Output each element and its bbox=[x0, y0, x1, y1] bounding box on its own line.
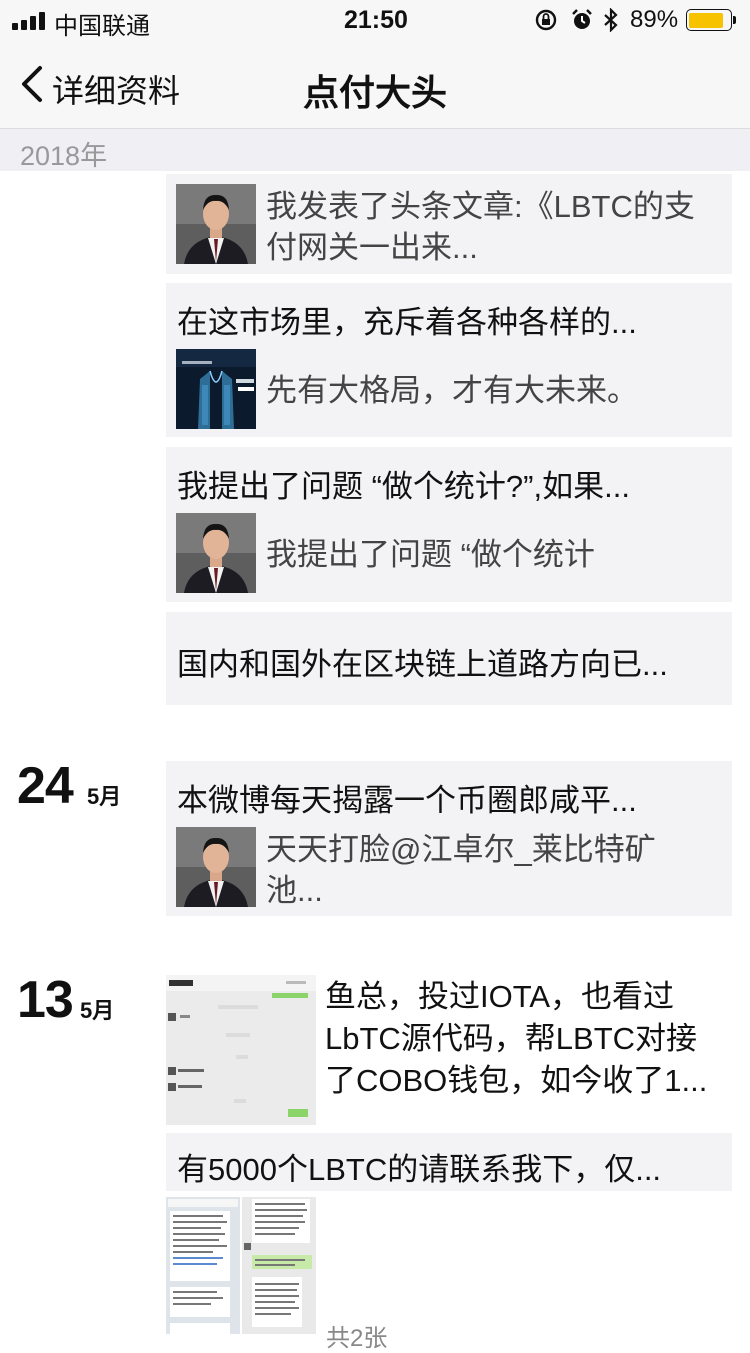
avatar bbox=[176, 184, 256, 264]
alarm-icon bbox=[570, 8, 594, 32]
date-day: 24 bbox=[17, 757, 74, 815]
carrier-label: 中国联通 bbox=[54, 13, 150, 40]
post-text: 本微博每天揭露一个币圈郎咸平... bbox=[177, 783, 637, 818]
date-month: 5月 bbox=[80, 998, 115, 1023]
orientation-lock-icon bbox=[534, 8, 558, 32]
date-month: 5月 bbox=[87, 784, 122, 809]
chat-screenshot-image[interactable] bbox=[166, 1197, 240, 1334]
bluetooth-icon bbox=[602, 7, 620, 33]
moment-card[interactable]: 本微博每天揭露一个币圈郎咸平... 天天打脸@江卓尔_莱比特矿池... bbox=[166, 761, 732, 916]
chat-screenshot-image[interactable] bbox=[242, 1197, 316, 1334]
navigation-bar: 详细资料 点付大头 bbox=[0, 40, 750, 129]
avatar bbox=[176, 513, 256, 593]
post-text: 有5000个LBTC的请联系我下，仅... bbox=[177, 1152, 662, 1187]
clock-time: 21:50 bbox=[344, 6, 408, 34]
moment-card[interactable]: 有5000个LBTC的请联系我下，仅... bbox=[166, 1133, 732, 1191]
shared-article-title: 天天打脸@江卓尔_莱比特矿池... bbox=[266, 832, 656, 908]
post-text: 我提出了问题 “做个统计?”,如果... bbox=[177, 469, 630, 504]
avatar bbox=[176, 827, 256, 907]
page-title: 点付大头 bbox=[302, 72, 447, 113]
battery-percent: 89% bbox=[630, 6, 679, 33]
battery-icon bbox=[686, 9, 738, 31]
shared-article-title: 先有大格局，才有大未来。 bbox=[266, 373, 638, 408]
shared-article-title: 我提出了问题 “做个统计 bbox=[266, 537, 595, 572]
moment-card[interactable]: 我提出了问题 “做个统计?”,如果... 我提出了问题 “做个统计 bbox=[166, 447, 732, 602]
post-text: 鱼总，投过IOTA，也看过LbTC源代码，帮LBTC对接了COBO钱包，如今收了… bbox=[325, 979, 708, 1098]
post-text: 国内和国外在区块链上道路方向已... bbox=[177, 647, 668, 682]
image-count: 共2张 bbox=[326, 1325, 388, 1352]
moment-card[interactable]: 国内和国外在区块链上道路方向已... bbox=[166, 612, 732, 705]
year-label: 2018年 bbox=[20, 141, 108, 171]
date-day: 13 bbox=[17, 971, 74, 1029]
shared-link-thumbnail bbox=[176, 349, 256, 429]
battery-fill bbox=[689, 12, 723, 28]
chat-screenshot-image[interactable] bbox=[166, 975, 316, 1125]
status-bar: 中国联通 21:50 89% bbox=[0, 0, 750, 40]
signal-icon bbox=[12, 12, 48, 30]
moment-card[interactable]: 我发表了头条文章:《LBTC的支付网关一出来... bbox=[166, 174, 732, 274]
year-header: 2018年 bbox=[0, 129, 750, 171]
moment-card[interactable]: 在这市场里，充斥着各种各样的... 先有大格局，才有大未来。 bbox=[166, 283, 732, 437]
shared-article-title: 我发表了头条文章:《LBTC的支付网关一出来... bbox=[266, 189, 695, 265]
post-text: 在这市场里，充斥着各种各样的... bbox=[177, 305, 637, 340]
